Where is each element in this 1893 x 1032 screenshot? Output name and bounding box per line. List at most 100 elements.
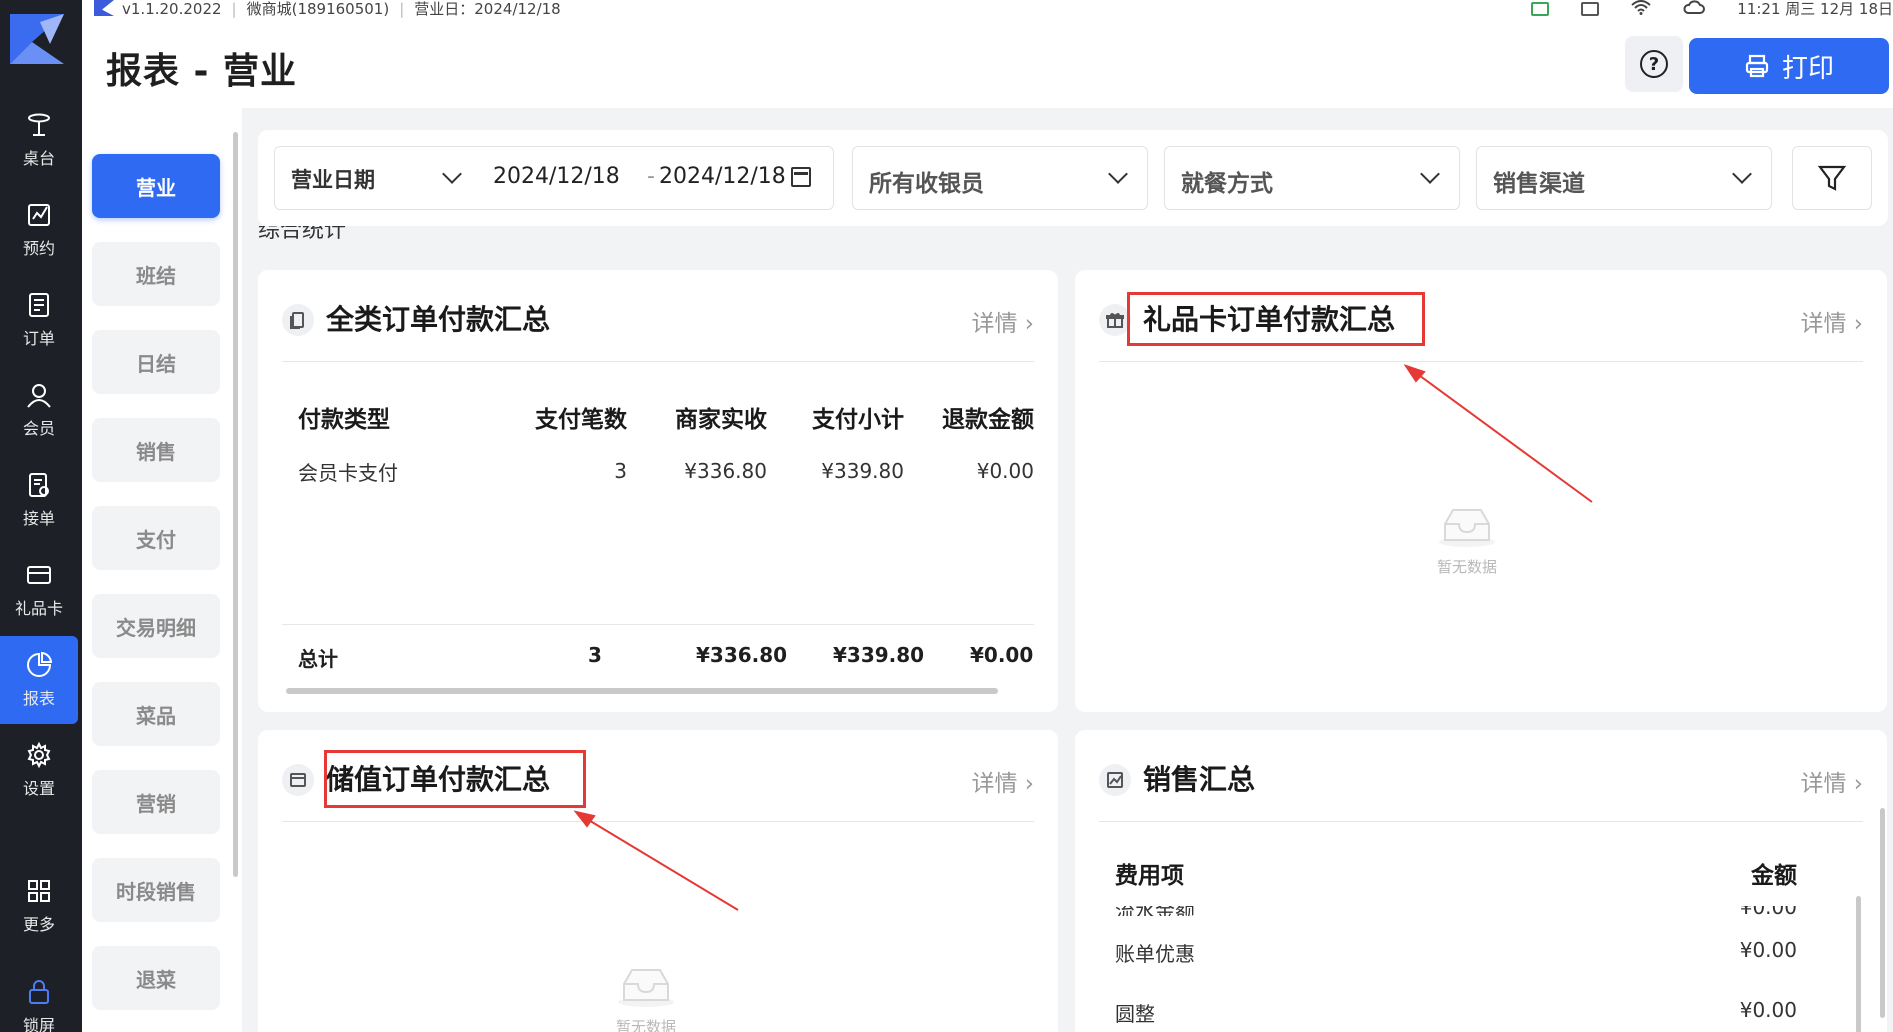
nav-item-label: 礼品卡 (14, 599, 63, 618)
question-icon: ? (1640, 50, 1668, 78)
subnav-item-dishes[interactable]: 菜品 (92, 682, 220, 746)
nav-item-members[interactable]: 会员 (0, 366, 78, 454)
table-cell: ¥0.00 (1740, 906, 1797, 916)
nav-item-tables[interactable]: 桌台 (0, 96, 78, 184)
page-scrollbar[interactable] (1880, 808, 1885, 1018)
print-button[interactable]: 打印 (1689, 38, 1889, 94)
payment-summary-table: 付款类型 支付笔数 商家实收 支付小计 退款金额 会员卡支付 3 ¥336.80… (282, 388, 1034, 496)
column-header: 支付笔数 (535, 407, 627, 433)
total-count: 3 (588, 643, 602, 667)
column-header: 金额 (1751, 863, 1797, 889)
nav-item-settings[interactable]: 设置 (0, 726, 78, 814)
date-start[interactable]: 2024/12/18 (493, 164, 620, 189)
table-row-partial: 流水金额 ¥0.00 (1115, 906, 1797, 916)
nav-item-orders[interactable]: 订单 (0, 276, 78, 364)
system-clock: 11:21 周三 12月 18日 (1737, 0, 1893, 18)
card-title: 全类订单付款汇总 (326, 303, 551, 336)
tray-db-icon[interactable] (1581, 1, 1600, 16)
column-header: 费用项 (1115, 863, 1184, 889)
empty-state: 暂无数据 (616, 962, 676, 1032)
nav-item-label: 接单 (22, 509, 55, 528)
chevron-down-icon (1420, 164, 1440, 184)
nav-item-label: 预约 (22, 239, 55, 258)
date-range-filter[interactable]: 营业日期 2024/12/18 - 2024/12/18 (274, 146, 834, 210)
empty-state-text: 暂无数据 (616, 1018, 677, 1032)
card-title: 销售汇总 (1143, 763, 1256, 796)
table-total-row: 总计 3 ¥336.80 ¥339.80 ¥0.00 (282, 624, 1034, 688)
subnav-item-daily[interactable]: 日结 (92, 330, 220, 394)
gift-card-payment-card: 礼品卡订单付款汇总 详情 › 暂无数据 (1075, 270, 1887, 712)
main-nav: 桌台 预约 订单 会员 接单 礼品卡 报表 设置 更多 锁屏 (0, 0, 82, 1032)
sales-summary-card: 销售汇总 详情 › 费用项 金额 流水金额 ¥0.00 账单优惠 ¥0.00 圆… (1075, 730, 1887, 1032)
detail-link[interactable]: 详情 › (1800, 764, 1863, 798)
detail-link[interactable]: 详情 › (971, 304, 1034, 338)
cloud-icon[interactable] (1683, 0, 1706, 19)
filter-bar: 营业日期 2024/12/18 - 2024/12/18 所有收银员 就餐方式 … (258, 130, 1888, 226)
total-received: ¥336.80 (696, 643, 788, 667)
table-cell: ¥336.80 (684, 459, 767, 483)
subnav-item-marketing[interactable]: 营销 (92, 770, 220, 834)
chevron-down-icon (1108, 164, 1128, 184)
annotation-highlight-box (324, 750, 586, 808)
wallet-icon (282, 764, 314, 796)
date-end[interactable]: 2024/12/18 (659, 164, 786, 189)
horizontal-scrollbar[interactable] (286, 688, 998, 694)
sales-channel-filter[interactable]: 销售渠道 (1476, 146, 1772, 210)
nav-item-reservation[interactable]: 预约 (0, 186, 78, 274)
orders-icon (29, 293, 49, 317)
column-header: 付款类型 (298, 407, 390, 433)
table-row: 账单优惠 ¥0.00 (1115, 938, 1797, 988)
sales-channel-filter-label: 销售渠道 (1493, 171, 1585, 197)
column-header: 退款金额 (942, 407, 1034, 433)
detail-link[interactable]: 详情 › (1800, 304, 1863, 338)
vertical-scrollbar[interactable] (1856, 896, 1861, 1032)
dining-mode-filter[interactable]: 就餐方式 (1164, 146, 1460, 210)
printer-icon (1745, 54, 1769, 78)
table-cell: ¥339.80 (821, 459, 904, 483)
table-cell: ¥0.00 (1739, 938, 1797, 962)
table-cell: 账单优惠 (1115, 942, 1195, 966)
subnav-item-shift[interactable]: 班结 (92, 242, 220, 306)
advanced-filter-button[interactable] (1792, 146, 1872, 210)
grid-icon (28, 880, 50, 902)
tray-sheet-icon[interactable] (1531, 1, 1550, 16)
wifi-icon[interactable] (1631, 0, 1651, 19)
subnav-item-business[interactable]: 营业 (92, 154, 220, 218)
app-version: v1.1.20.2022 (122, 0, 222, 18)
calendar-icon[interactable] (791, 167, 811, 187)
subnav-item-returned-dishes[interactable]: 退菜 (92, 946, 220, 1010)
member-icon (27, 384, 51, 408)
table-cell: 会员卡支付 (298, 460, 398, 485)
detail-link[interactable]: 详情 › (971, 764, 1034, 798)
cashier-filter-label: 所有收银员 (869, 171, 984, 197)
business-day: 营业日：2024/12/18 (414, 0, 561, 18)
subnav-item-payment[interactable]: 支付 (92, 506, 220, 570)
subnav-scrollbar[interactable] (233, 132, 238, 877)
table-row: 会员卡支付 3 ¥336.80 ¥339.80 ¥0.00 (282, 446, 1034, 496)
subnav-item-period-sales[interactable]: 时段销售 (92, 858, 220, 922)
page-header: 报表 - 营业 ? 打印 (82, 20, 1893, 108)
nav-item-more[interactable]: 更多 (0, 862, 78, 950)
date-type-select[interactable]: 营业日期 (291, 164, 375, 194)
all-orders-payment-card: 全类订单付款汇总 详情 › 付款类型 支付笔数 商家实收 支付小计 退款金额 会… (258, 270, 1058, 712)
nav-item-reports[interactable]: 报表 (0, 636, 78, 724)
nav-item-lock-screen[interactable]: 锁屏 (0, 964, 78, 1032)
date-separator: - (647, 164, 655, 189)
card-header: 销售汇总 详情 › (1099, 752, 1863, 822)
cashier-filter[interactable]: 所有收银员 (852, 146, 1148, 210)
pie-chart-icon (27, 651, 53, 677)
subnav-item-sales[interactable]: 销售 (92, 418, 220, 482)
table-cell: 圆整 (1115, 1002, 1155, 1026)
system-status-bar: v1.1.20.2022 | 微商城(189160501) | 营业日：2024… (82, 0, 1893, 20)
nav-item-gift-card[interactable]: 礼品卡 (0, 546, 78, 634)
nav-item-label: 桌台 (22, 149, 55, 168)
help-button[interactable]: ? (1625, 36, 1683, 92)
subnav-item-transactions[interactable]: 交易明细 (92, 594, 220, 658)
store-name: 微商城(189160501) (246, 0, 390, 18)
print-button-label: 打印 (1781, 53, 1834, 84)
stored-value-payment-card: 储值订单付款汇总 详情 › 暂无数据 (258, 730, 1058, 1032)
table-header-row: 付款类型 支付笔数 商家实收 支付小计 退款金额 (282, 388, 1034, 446)
table-cell: ¥0.00 (976, 459, 1034, 483)
nav-item-accept-orders[interactable]: 接单 (0, 456, 78, 544)
app-logo-icon (10, 14, 64, 64)
